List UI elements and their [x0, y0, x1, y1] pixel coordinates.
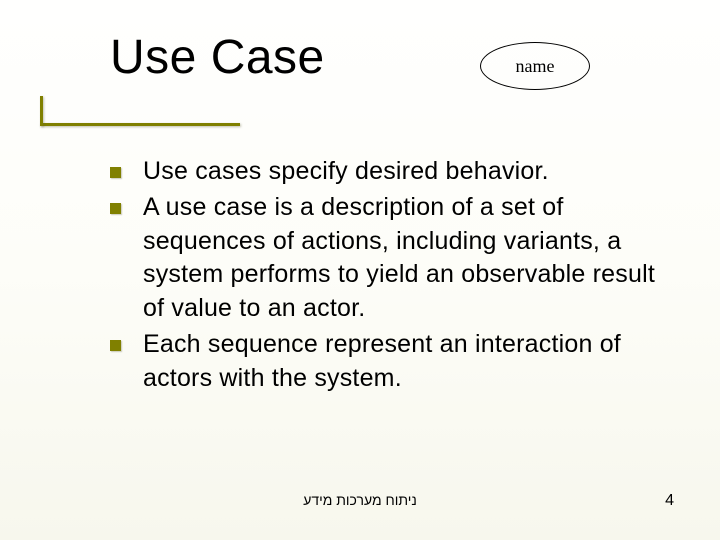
use-case-oval: name	[480, 42, 590, 90]
title-underline	[40, 123, 240, 126]
bullet-item: A use case is a description of a set of …	[110, 191, 670, 326]
body-content: Use cases specify desired behavior. A us…	[110, 155, 670, 397]
title-tick	[40, 96, 43, 126]
bullet-text: Each sequence represent an interaction o…	[143, 328, 670, 396]
bullet-square-icon	[110, 340, 121, 351]
bullet-text: Use cases specify desired behavior.	[143, 155, 549, 189]
bullet-square-icon	[110, 203, 121, 214]
footer-center-text: ניתוח מערכות מידע	[303, 492, 417, 508]
bullet-item: Each sequence represent an interaction o…	[110, 328, 670, 396]
bullet-item: Use cases specify desired behavior.	[110, 155, 670, 189]
page-number: 4	[665, 492, 674, 510]
bullet-square-icon	[110, 167, 121, 178]
oval-label: name	[516, 56, 555, 77]
footer: ניתוח מערכות מידע 4	[0, 492, 720, 516]
bullet-text: A use case is a description of a set of …	[143, 191, 670, 326]
